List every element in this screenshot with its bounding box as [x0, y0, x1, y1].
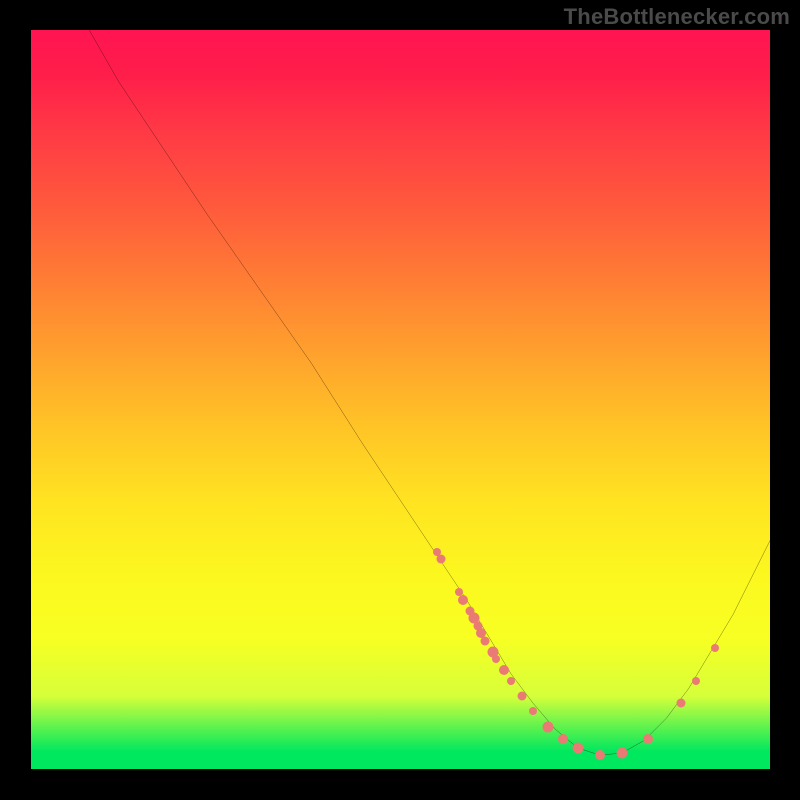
- y-axis-spine: [30, 30, 31, 770]
- data-marker: [507, 677, 515, 685]
- data-marker: [529, 707, 537, 715]
- data-marker: [711, 644, 719, 652]
- watermark-text: TheBottlenecker.com: [564, 4, 790, 30]
- data-marker: [499, 665, 509, 675]
- data-marker: [481, 636, 490, 645]
- data-marker: [436, 555, 445, 564]
- data-marker: [558, 734, 568, 744]
- data-marker: [572, 742, 583, 753]
- data-marker: [543, 722, 554, 733]
- data-marker: [492, 655, 500, 663]
- data-marker: [595, 750, 605, 760]
- data-marker: [617, 747, 628, 758]
- data-marker: [692, 677, 700, 685]
- data-marker: [643, 734, 653, 744]
- data-marker: [518, 692, 527, 701]
- data-marker: [458, 595, 468, 605]
- bottleneck-curve: [30, 30, 770, 770]
- data-marker: [677, 699, 686, 708]
- x-axis-spine: [30, 769, 770, 770]
- chart-container: TheBottlenecker.com: [0, 0, 800, 800]
